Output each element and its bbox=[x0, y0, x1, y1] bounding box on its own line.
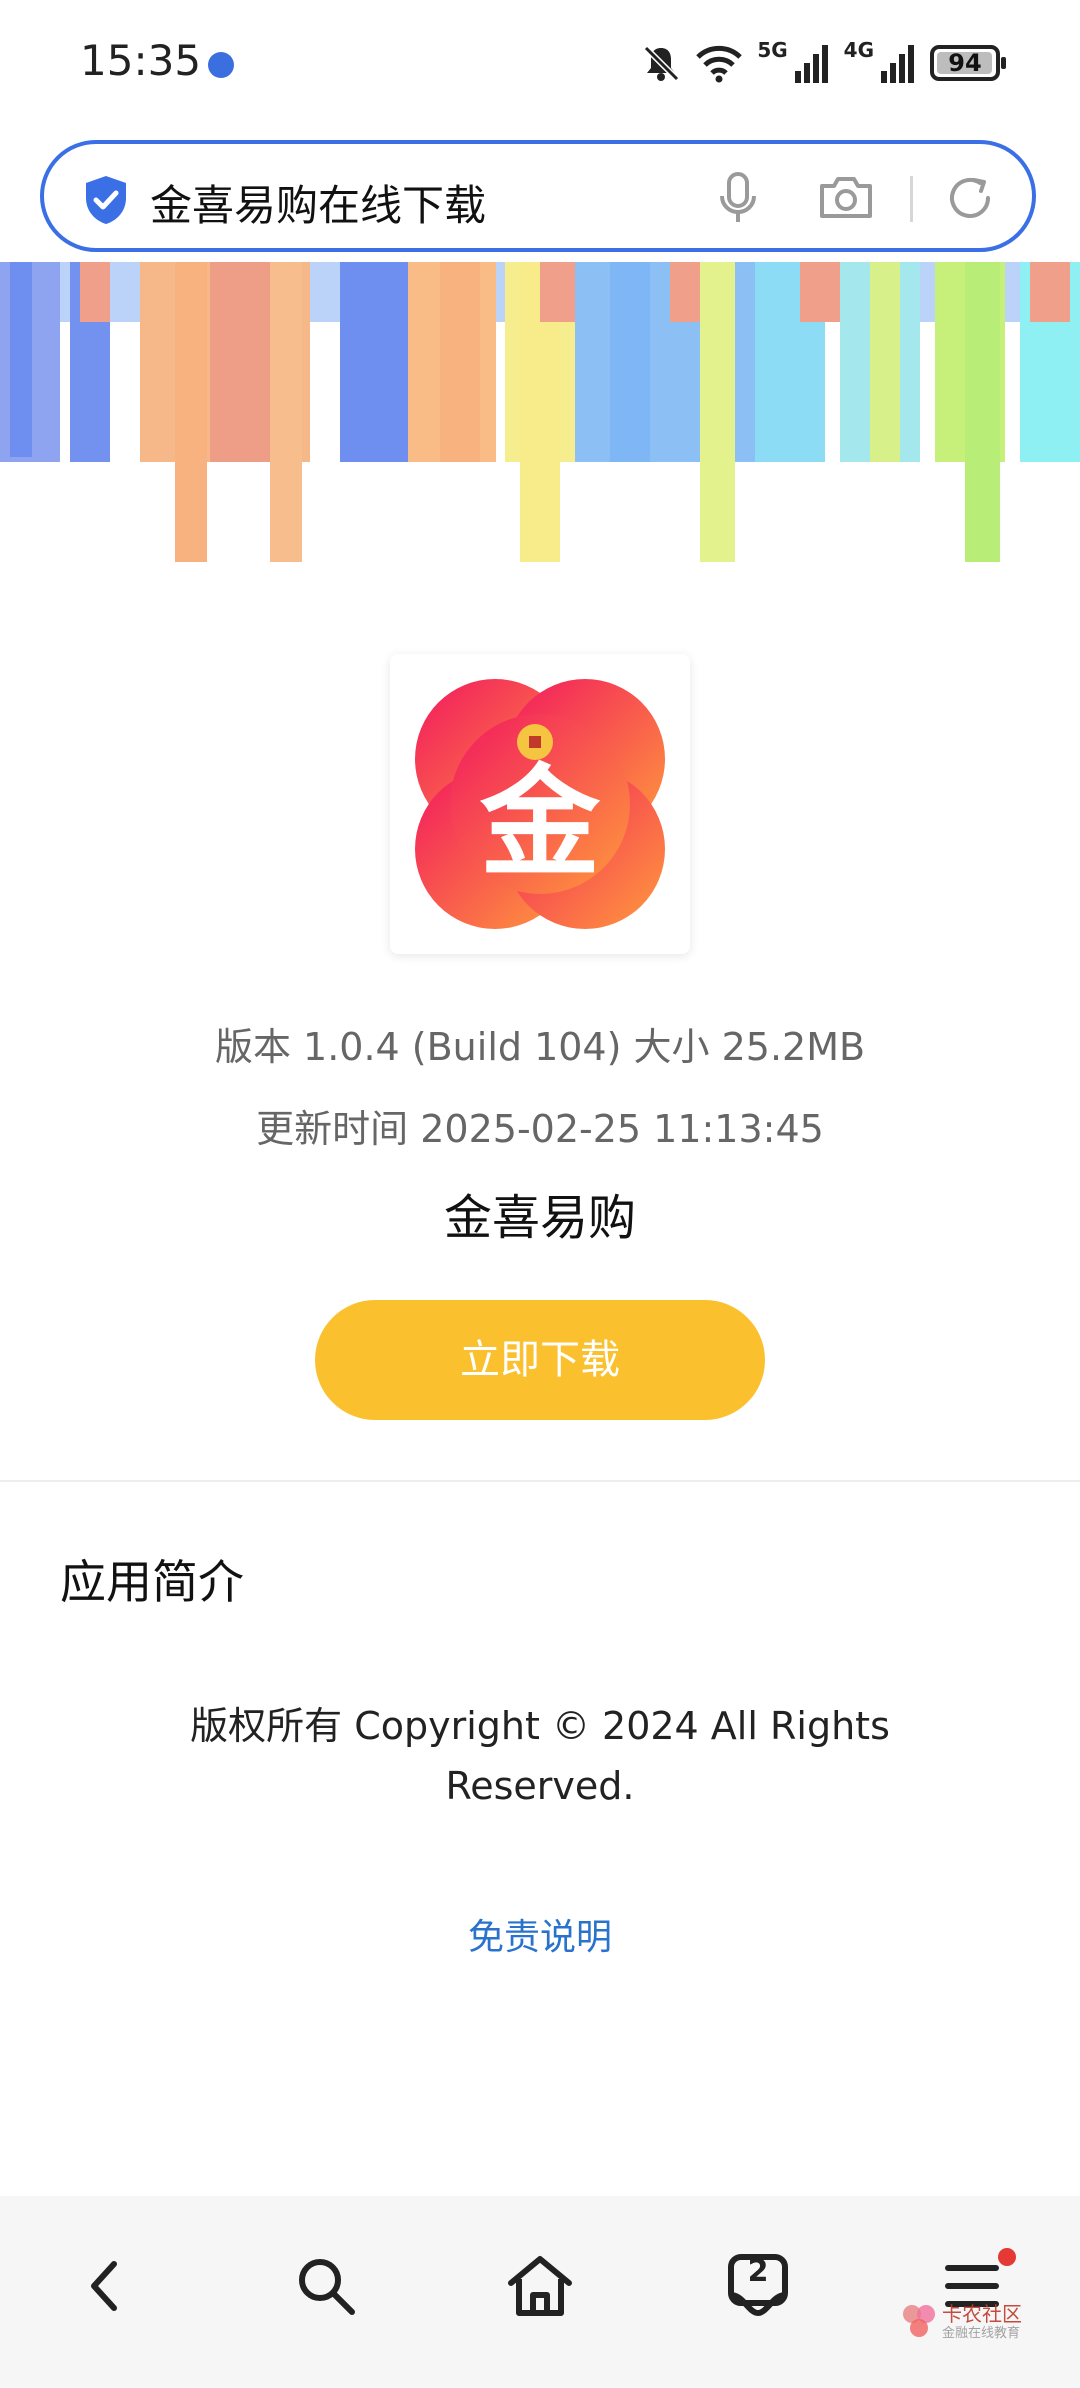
app-name: 金喜易购 bbox=[443, 1190, 636, 1246]
download-button[interactable]: 立即下载 bbox=[315, 1300, 765, 1420]
signal-4g-label: 4G bbox=[843, 38, 874, 62]
home-icon bbox=[508, 2256, 572, 2316]
status-bar: 15:35 5G 4G 94 bbox=[0, 0, 1080, 130]
search-button[interactable] bbox=[276, 2236, 376, 2336]
copyright-text: 版权所有 Copyright © 2024 All Rights Reserve… bbox=[190, 1704, 890, 1808]
watermark: 卡农社区 金融在线教育 bbox=[900, 2298, 1080, 2348]
search-icon bbox=[299, 2259, 355, 2315]
wifi-icon bbox=[696, 45, 743, 83]
back-button[interactable] bbox=[56, 2236, 156, 2336]
app-logo-icon: 金 bbox=[415, 679, 665, 929]
camera-icon[interactable] bbox=[818, 174, 874, 220]
status-icons: 5G 4G 94 bbox=[641, 38, 1006, 88]
shield-check-icon bbox=[86, 176, 126, 224]
back-icon bbox=[91, 2261, 117, 2311]
version-info: 版本 1.0.4 (Build 104) 大小 25.2MB bbox=[214, 1025, 866, 1069]
notification-dot-icon bbox=[208, 52, 234, 78]
app-logo-char: 金 bbox=[479, 754, 601, 893]
watermark-logo-icon bbox=[903, 2305, 935, 2337]
bell-off-icon bbox=[644, 45, 680, 82]
signal-icon bbox=[794, 45, 828, 83]
disclaimer-link[interactable]: 免责说明 bbox=[0, 1908, 1080, 1960]
decorative-banner bbox=[0, 262, 1080, 562]
search-query[interactable]: 金喜易购在线下载 bbox=[150, 172, 486, 233]
search-bar[interactable]: 金喜易购在线下载 bbox=[40, 140, 1036, 252]
signal-5g-label: 5G bbox=[757, 38, 788, 62]
status-time: 15:35 bbox=[80, 36, 202, 85]
watermark-subtitle: 金融在线教育 bbox=[942, 2326, 1021, 2341]
tabs-button[interactable]: 2 bbox=[708, 2236, 808, 2336]
home-button[interactable] bbox=[490, 2236, 590, 2336]
signal-icon bbox=[881, 45, 914, 83]
battery-percent: 94 bbox=[948, 49, 982, 77]
browser-page: 15:35 5G 4G 94 金喜易购在线下载 金 版本 1.0.4 (Buil… bbox=[0, 0, 1080, 2388]
notification-badge bbox=[998, 2248, 1016, 2266]
refresh-icon[interactable] bbox=[944, 172, 996, 224]
intro-title: 应用简介 bbox=[60, 1555, 244, 1609]
microphone-icon[interactable] bbox=[716, 172, 760, 224]
update-time: 更新时间 2025-02-25 11:13:45 bbox=[256, 1107, 824, 1151]
search-divider bbox=[910, 176, 913, 222]
battery-icon: 94 bbox=[930, 45, 1006, 81]
tab-count: 2 bbox=[747, 2254, 769, 2289]
section-divider bbox=[0, 1480, 1080, 1482]
bottom-nav: 2 bbox=[0, 2196, 1080, 2388]
app-icon: 金 bbox=[390, 654, 690, 954]
